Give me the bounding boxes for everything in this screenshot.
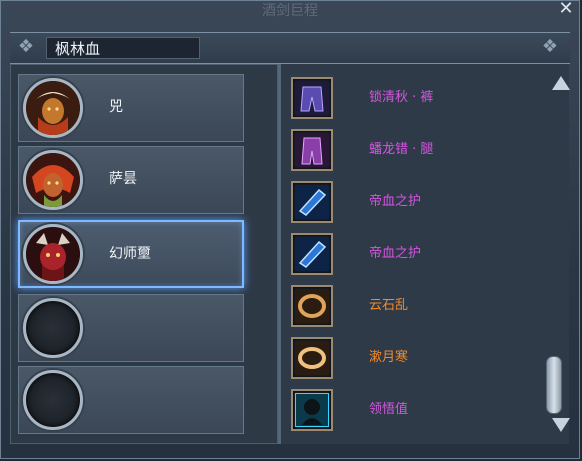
item-name: 锁清秋 · 裤 bbox=[369, 90, 434, 105]
list-item[interactable]: 帝血之护 bbox=[291, 230, 531, 278]
list-item[interactable]: 领悟值 bbox=[291, 386, 531, 434]
character-name: 萨昙 bbox=[109, 171, 137, 187]
item-name: 帝血之护 bbox=[369, 246, 422, 261]
character-name: 兕 bbox=[109, 99, 123, 115]
item-name: 蟠龙错 · 腿 bbox=[369, 142, 434, 157]
item-name: 帝血之护 bbox=[369, 194, 422, 209]
scrollbar-thumb[interactable] bbox=[546, 356, 562, 414]
close-icon[interactable]: ✕ bbox=[556, 0, 576, 20]
scroll-down-arrow-icon[interactable] bbox=[552, 418, 570, 432]
item-list: 锁清秋 · 裤 蟠龙错 · 腿 帝血之护 帝血之护 云石乱 漱月寒 领悟值 bbox=[281, 64, 569, 444]
list-item[interactable]: 帝血之护 bbox=[291, 178, 531, 226]
bracer-icon bbox=[291, 233, 333, 275]
character-card-empty[interactable] bbox=[18, 294, 244, 362]
character-card-empty[interactable] bbox=[18, 366, 244, 434]
bracer-icon bbox=[291, 181, 333, 223]
insight-head-icon bbox=[291, 389, 333, 431]
character-portrait-icon bbox=[23, 224, 83, 284]
ring-icon bbox=[291, 337, 333, 379]
armor-pants-icon bbox=[291, 77, 333, 119]
character-portrait-icon bbox=[23, 150, 83, 210]
list-item[interactable]: 漱月寒 bbox=[291, 334, 531, 382]
empty-slot-icon bbox=[23, 370, 83, 430]
empty-slot-icon bbox=[23, 298, 83, 358]
ornament-right-icon: ❖ bbox=[541, 36, 559, 57]
character-name: 幻师壐 bbox=[109, 246, 151, 262]
character-card[interactable]: 兕 bbox=[18, 74, 244, 142]
list-item[interactable]: 蟠龙错 · 腿 bbox=[291, 126, 531, 174]
item-name: 云石乱 bbox=[369, 298, 409, 313]
character-card-selected[interactable]: 幻师壐 bbox=[18, 220, 244, 288]
ornament-left-icon: ❖ bbox=[17, 36, 35, 57]
armor-legs-icon bbox=[291, 129, 333, 171]
item-name: 漱月寒 bbox=[369, 350, 409, 365]
list-item[interactable]: 云石乱 bbox=[291, 282, 531, 330]
page-title: 枫林血 bbox=[46, 37, 200, 59]
list-item[interactable]: 锁清秋 · 裤 bbox=[291, 74, 531, 122]
character-portrait-icon bbox=[23, 78, 83, 138]
character-card[interactable]: 萨昙 bbox=[18, 146, 244, 214]
ring-icon bbox=[291, 285, 333, 327]
window-title: 酒剑巨程 bbox=[262, 3, 318, 19]
item-name: 领悟值 bbox=[369, 402, 409, 417]
scroll-up-arrow-icon[interactable] bbox=[552, 76, 570, 90]
